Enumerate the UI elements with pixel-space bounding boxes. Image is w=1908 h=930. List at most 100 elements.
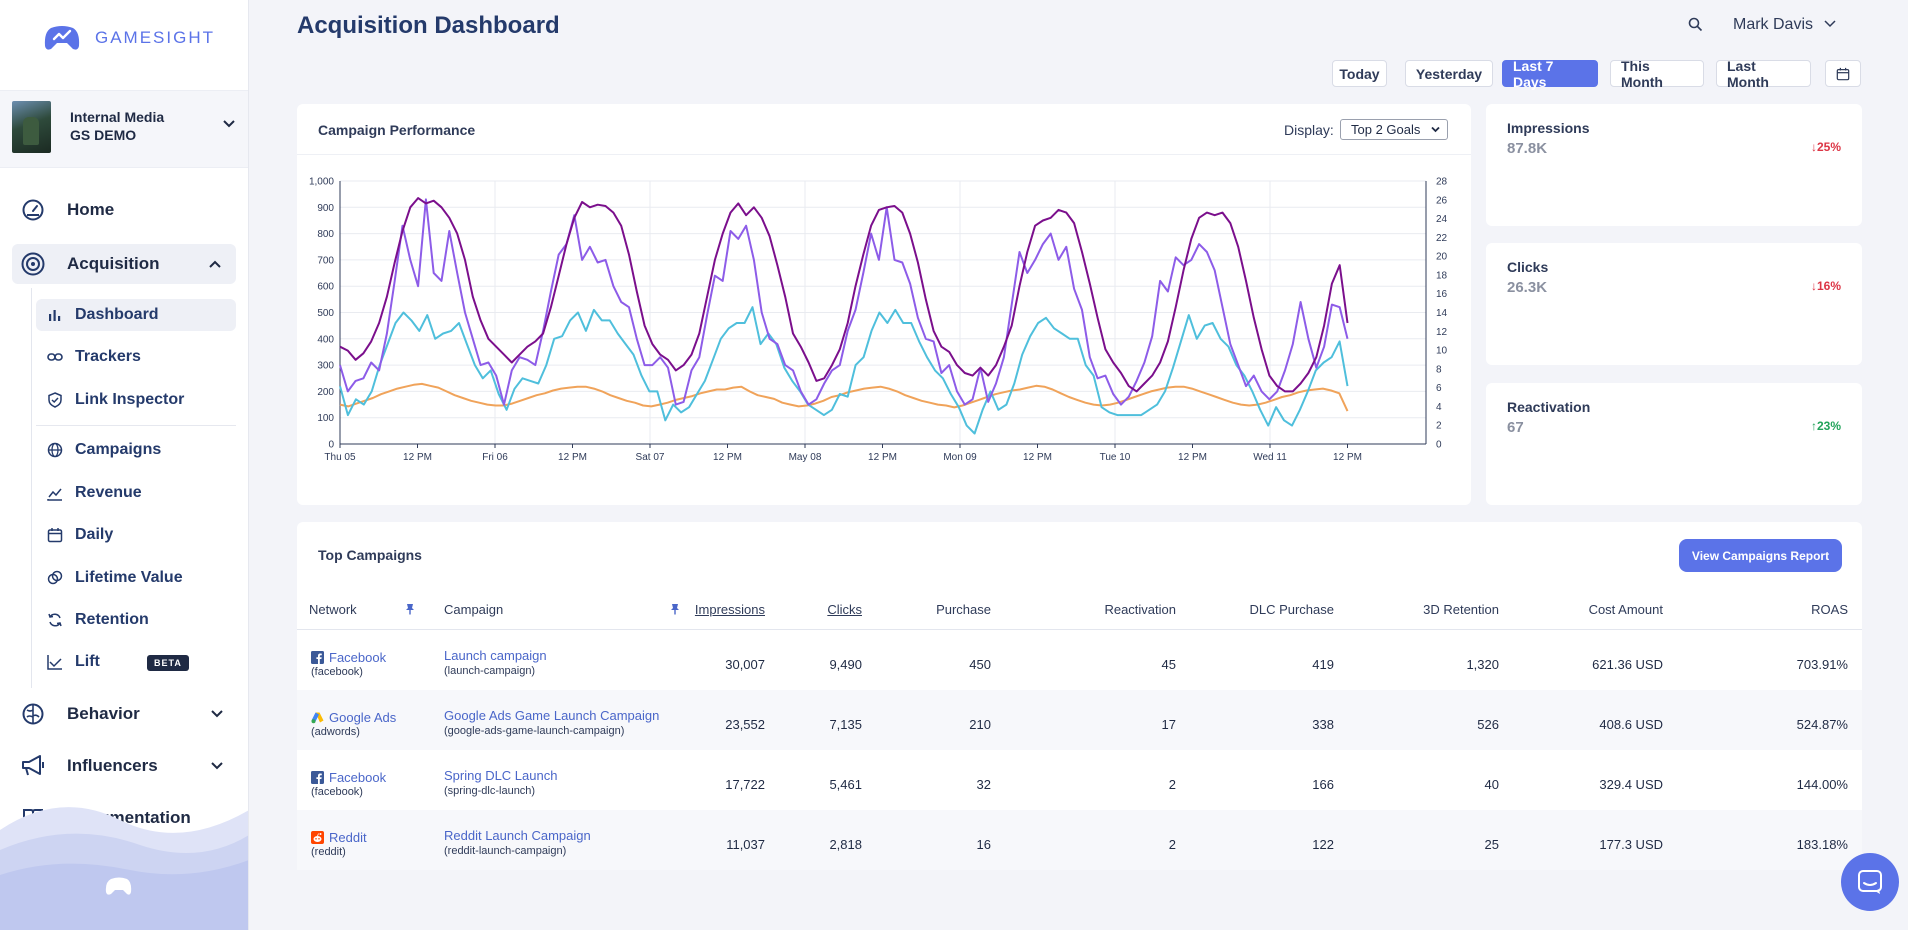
table-row[interactable]: Reddit (reddit) Reddit Launch Campaign (…: [297, 810, 1862, 870]
metric-label: Clicks: [1507, 259, 1549, 275]
search-icon[interactable]: [1688, 17, 1703, 32]
y-left-tick-label: 1,000: [309, 177, 334, 188]
chat-launcher-button[interactable]: [1841, 853, 1899, 911]
y-right-tick-label: 2: [1436, 421, 1442, 432]
column-header-reactivation[interactable]: Reactivation: [1104, 602, 1176, 617]
column-header-dlc-purchase[interactable]: DLC Purchase: [1249, 602, 1334, 617]
google-ads-icon: [311, 712, 324, 724]
nav-behavior[interactable]: Behavior: [0, 694, 248, 734]
date-last-month-button[interactable]: Last Month: [1716, 58, 1811, 90]
campaign-link[interactable]: Launch campaign: [444, 648, 547, 663]
x-tick-label: 12 PM: [868, 452, 897, 463]
sidebar-item-daily[interactable]: Daily: [36, 519, 236, 551]
date-today-button[interactable]: Today: [1332, 60, 1387, 87]
column-header-clicks[interactable]: Clicks: [827, 602, 862, 617]
sidebar-item-dashboard[interactable]: Dashboard: [36, 299, 236, 331]
campaign-link[interactable]: Reddit Launch Campaign: [444, 828, 591, 843]
metric-card-impressions: Impressions 87.8K ↓25%: [1486, 104, 1862, 226]
pin-icon[interactable]: [405, 603, 415, 615]
metric-value: 87.8K: [1507, 140, 1548, 157]
network-slug: (reddit): [311, 846, 346, 858]
shield-check-icon: [46, 391, 64, 409]
chevron-down-icon[interactable]: [1824, 20, 1836, 28]
display-label: Display:: [1284, 122, 1334, 138]
metric-value: 67: [1507, 419, 1524, 436]
y-right-tick-label: 16: [1436, 289, 1448, 300]
y-right-tick-label: 8: [1436, 364, 1442, 375]
y-left-tick-label: 400: [317, 334, 334, 345]
display-select-value: Top 2 Goals: [1351, 122, 1421, 137]
column-header-network[interactable]: Network: [309, 602, 357, 617]
logo[interactable]: GAMESIGHT: [43, 24, 215, 52]
chevron-down-icon: [1431, 126, 1440, 133]
sidebar-item-revenue[interactable]: Revenue: [36, 477, 236, 509]
cell-impressions: 11,037: [726, 837, 765, 852]
date-this-month-button[interactable]: This Month: [1610, 58, 1704, 90]
x-tick-label: 12 PM: [1178, 452, 1207, 463]
network-link[interactable]: Facebook: [329, 770, 386, 785]
campaign-link[interactable]: Spring DLC Launch: [444, 768, 557, 783]
page-title: Acquisition Dashboard: [297, 12, 560, 39]
sidebar-item-campaigns[interactable]: Campaigns: [36, 434, 236, 466]
x-tick-label: 12 PM: [1333, 452, 1362, 463]
x-tick-label: Sat 07: [636, 452, 665, 463]
network-link[interactable]: Reddit: [329, 830, 367, 845]
sidebar-item-trackers[interactable]: Trackers: [36, 341, 236, 373]
sidebar-item-lifetime-value[interactable]: Lifetime Value: [36, 562, 236, 594]
column-header-campaign[interactable]: Campaign: [444, 602, 503, 617]
column-header-3d-retention[interactable]: 3D Retention: [1423, 602, 1499, 617]
cell-dlc-purchase: 122: [1312, 837, 1334, 852]
campaign-link[interactable]: Google Ads Game Launch Campaign: [444, 708, 659, 723]
x-tick-label: 12 PM: [403, 452, 432, 463]
pin-icon[interactable]: [670, 603, 680, 615]
x-tick-label: Fri 06: [482, 452, 508, 463]
network-slug: (adwords): [311, 726, 360, 738]
x-tick-label: May 08: [789, 452, 822, 463]
column-header-cost-amount[interactable]: Cost Amount: [1589, 602, 1663, 617]
nav-acquisition[interactable]: Acquisition: [12, 244, 236, 284]
cell-reactivation: 17: [1161, 717, 1176, 732]
org-switcher[interactable]: Internal Media GS DEMO: [0, 90, 248, 168]
sidebar-item-label: Retention: [75, 611, 149, 628]
cell-reactivation: 45: [1161, 657, 1176, 672]
user-menu[interactable]: Mark Davis: [1733, 16, 1813, 34]
cell-impressions: 30,007: [725, 657, 765, 672]
network-link[interactable]: Google Ads: [329, 710, 396, 725]
column-header-impressions[interactable]: Impressions: [695, 602, 765, 617]
metric-change: ↑23%: [1810, 419, 1841, 433]
chevron-down-icon: [211, 762, 223, 770]
sidebar-item-label: Revenue: [75, 484, 142, 501]
metric-change: ↓16%: [1810, 279, 1841, 293]
date-last-7-days-button[interactable]: Last 7 Days: [1502, 58, 1598, 90]
cell-cost-amount: 408.6 USD: [1599, 717, 1663, 732]
cell-clicks: 9,490: [829, 657, 862, 672]
column-header-purchase[interactable]: Purchase: [936, 602, 991, 617]
y-left-tick-label: 100: [317, 413, 334, 424]
display-select[interactable]: Top 2 Goals: [1340, 119, 1448, 140]
sidebar-item-label: Campaigns: [75, 441, 162, 458]
column-header-roas[interactable]: ROAS: [1811, 602, 1848, 617]
nav-influencers[interactable]: Influencers: [0, 746, 248, 786]
sidebar-item-lift[interactable]: Lift BETA: [36, 646, 236, 678]
link-icon: [46, 348, 64, 366]
y-left-tick-label: 300: [317, 361, 334, 372]
date-yesterday-button[interactable]: Yesterday: [1405, 60, 1493, 87]
sidebar-item-retention[interactable]: Retention: [36, 604, 236, 636]
cell-cost-amount: 177.3 USD: [1599, 837, 1663, 852]
nav-home[interactable]: Home: [0, 190, 248, 230]
table-row[interactable]: Facebook (facebook) Spring DLC Launch (s…: [297, 750, 1862, 810]
y-right-tick-label: 18: [1436, 270, 1448, 281]
cell-3d-retention: 25: [1484, 837, 1499, 852]
network-link[interactable]: Facebook: [329, 650, 386, 665]
table-row[interactable]: Facebook (facebook) Launch campaign (lau…: [297, 630, 1862, 690]
cell-purchase: 450: [969, 657, 991, 672]
table-row[interactable]: Google Ads (adwords) Google Ads Game Lau…: [297, 690, 1862, 750]
sidebar-item-link-inspector[interactable]: Link Inspector: [36, 384, 236, 416]
metric-change: ↓25%: [1810, 140, 1841, 154]
view-campaigns-report-button[interactable]: View Campaigns Report: [1679, 539, 1842, 572]
y-left-tick-label: 900: [317, 203, 334, 214]
date-picker-button[interactable]: [1825, 60, 1861, 87]
x-tick-label: 12 PM: [1023, 452, 1052, 463]
sidebar-footer-wave: [0, 807, 248, 930]
chevron-down-icon: [223, 120, 235, 128]
